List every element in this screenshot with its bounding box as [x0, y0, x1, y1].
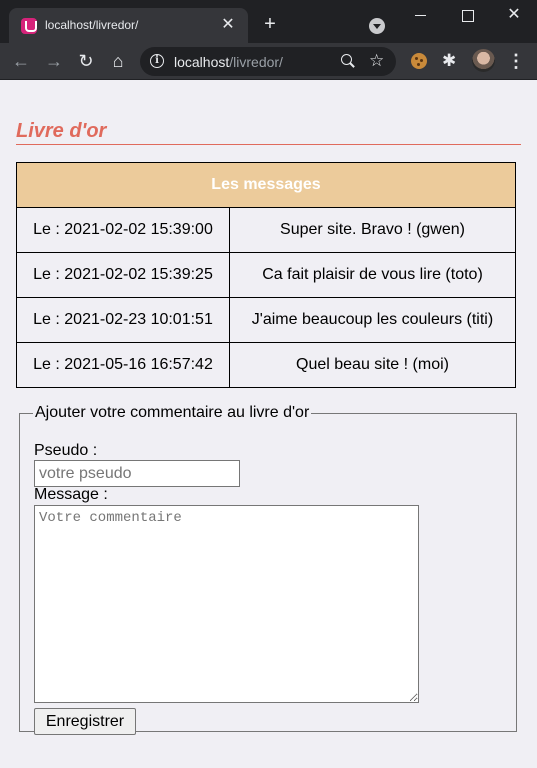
minimize-window-icon[interactable] [410, 5, 432, 25]
message-text: Ca fait plaisir de vous lire (toto) [229, 252, 516, 298]
new-tab-icon[interactable]: + [259, 13, 281, 35]
address-bar[interactable]: i localhost/livredor/ ☆ [140, 47, 396, 76]
message-label: Message : [34, 486, 108, 503]
message-date: Le : 2021-02-02 15:39:25 [16, 252, 230, 298]
table-row: Le : 2021-05-16 16:57:42 Quel beau site … [16, 342, 516, 388]
maximize-window-icon[interactable] [456, 5, 478, 25]
browser-tabstrip: localhost/livredor/ ✕ + ✕ [0, 0, 537, 43]
tab-title: localhost/livredor/ [45, 18, 139, 32]
site-info-icon[interactable]: i [150, 54, 164, 68]
table-header: Les messages [16, 162, 516, 208]
submit-button[interactable]: Enregistrer [34, 708, 136, 735]
message-text: Quel beau site ! (moi) [229, 342, 516, 388]
cookie-extension-icon[interactable] [411, 53, 427, 69]
message-text: J'aime beaucoup les couleurs (titi) [229, 297, 516, 343]
message-date: Le : 2021-05-16 16:57:42 [16, 342, 230, 388]
site-favicon-icon [21, 18, 37, 34]
back-arrow-icon[interactable]: ← [9, 49, 33, 73]
message-date: Le : 2021-02-23 10:01:51 [16, 297, 230, 343]
message-textarea[interactable] [34, 505, 419, 703]
form-legend: Ajouter votre commentaire au livre d'or [35, 404, 310, 421]
browser-toolbar: ← → ↻ ⌂ i localhost/livredor/ ☆ ✱ ⋮ [0, 43, 537, 80]
profile-avatar[interactable] [472, 49, 495, 72]
page-title: Livre d'or [16, 120, 107, 142]
message-text: Super site. Bravo ! (gwen) [229, 207, 516, 253]
extensions-puzzle-icon[interactable]: ✱ [442, 50, 456, 72]
forward-arrow-icon[interactable]: → [42, 49, 66, 73]
table-header-row: Les messages [16, 162, 516, 208]
bookmark-star-icon[interactable]: ☆ [369, 50, 384, 72]
home-icon[interactable]: ⌂ [106, 49, 130, 73]
table-row: Le : 2021-02-23 10:01:51 J'aime beaucoup… [16, 297, 516, 343]
url-host: localhost [174, 54, 230, 70]
reload-icon[interactable]: ↻ [74, 49, 98, 73]
comment-form: Ajouter votre commentaire au livre d'or … [19, 404, 517, 735]
title-divider [16, 144, 521, 145]
browser-menu-icon[interactable]: ⋮ [507, 49, 525, 73]
address-url[interactable]: localhost/livredor/ [174, 54, 283, 70]
zoom-icon[interactable] [340, 53, 356, 69]
message-date: Le : 2021-02-02 15:39:00 [16, 207, 230, 253]
table-row: Le : 2021-02-02 15:39:00 Super site. Bra… [16, 207, 516, 253]
pseudo-label: Pseudo : [34, 442, 98, 459]
close-tab-icon[interactable]: ✕ [218, 15, 238, 35]
browser-tab[interactable]: localhost/livredor/ ✕ [9, 8, 248, 43]
table-row: Le : 2021-02-02 15:39:25 Ca fait plaisir… [16, 252, 516, 298]
messages-table: Les messages Le : 2021-02-02 15:39:00 Su… [16, 162, 516, 388]
tab-search-icon[interactable] [369, 18, 385, 34]
pseudo-input[interactable] [34, 460, 240, 487]
close-window-icon[interactable]: ✕ [503, 5, 525, 25]
url-path: /livredor/ [229, 54, 283, 70]
